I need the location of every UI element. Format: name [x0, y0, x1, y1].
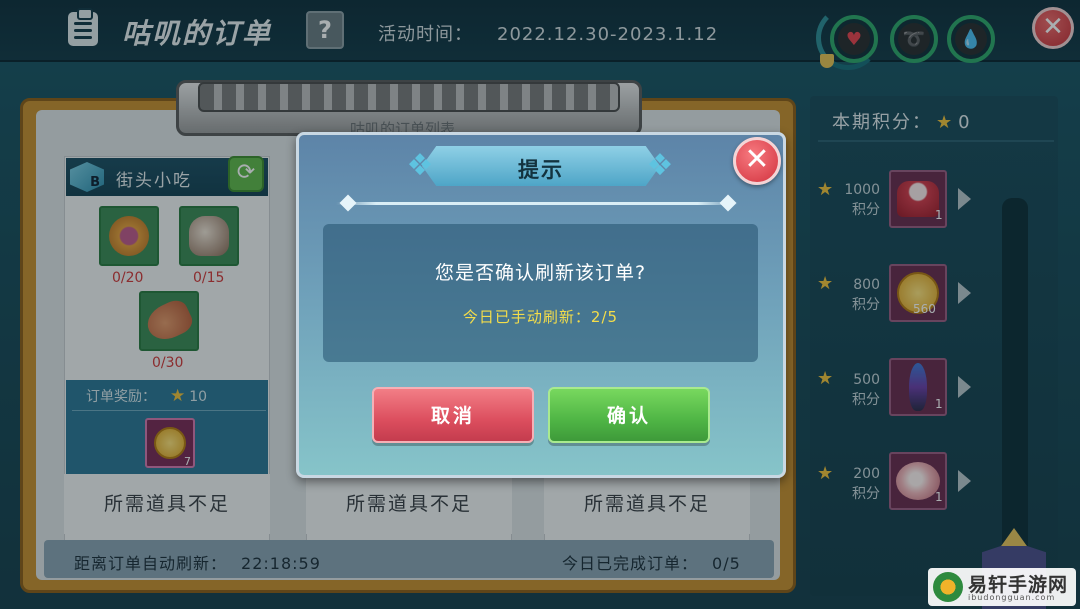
dialog-title: 提示 — [518, 158, 564, 182]
watermark-sub: ibudongguan.com — [968, 593, 1056, 602]
dialog-refresh-note: 今日已手动刷新：2/5 — [462, 308, 619, 326]
dialog-body — [323, 224, 758, 362]
watermark-logo-icon — [933, 572, 963, 602]
dialog-question: 您是否确认刷新该订单? — [434, 262, 647, 284]
dialog-close-button[interactable]: ✕ — [733, 137, 781, 185]
divider — [336, 202, 738, 205]
confirm-button[interactable]: 确认 — [548, 387, 710, 443]
cancel-button[interactable]: 取消 — [372, 387, 534, 443]
